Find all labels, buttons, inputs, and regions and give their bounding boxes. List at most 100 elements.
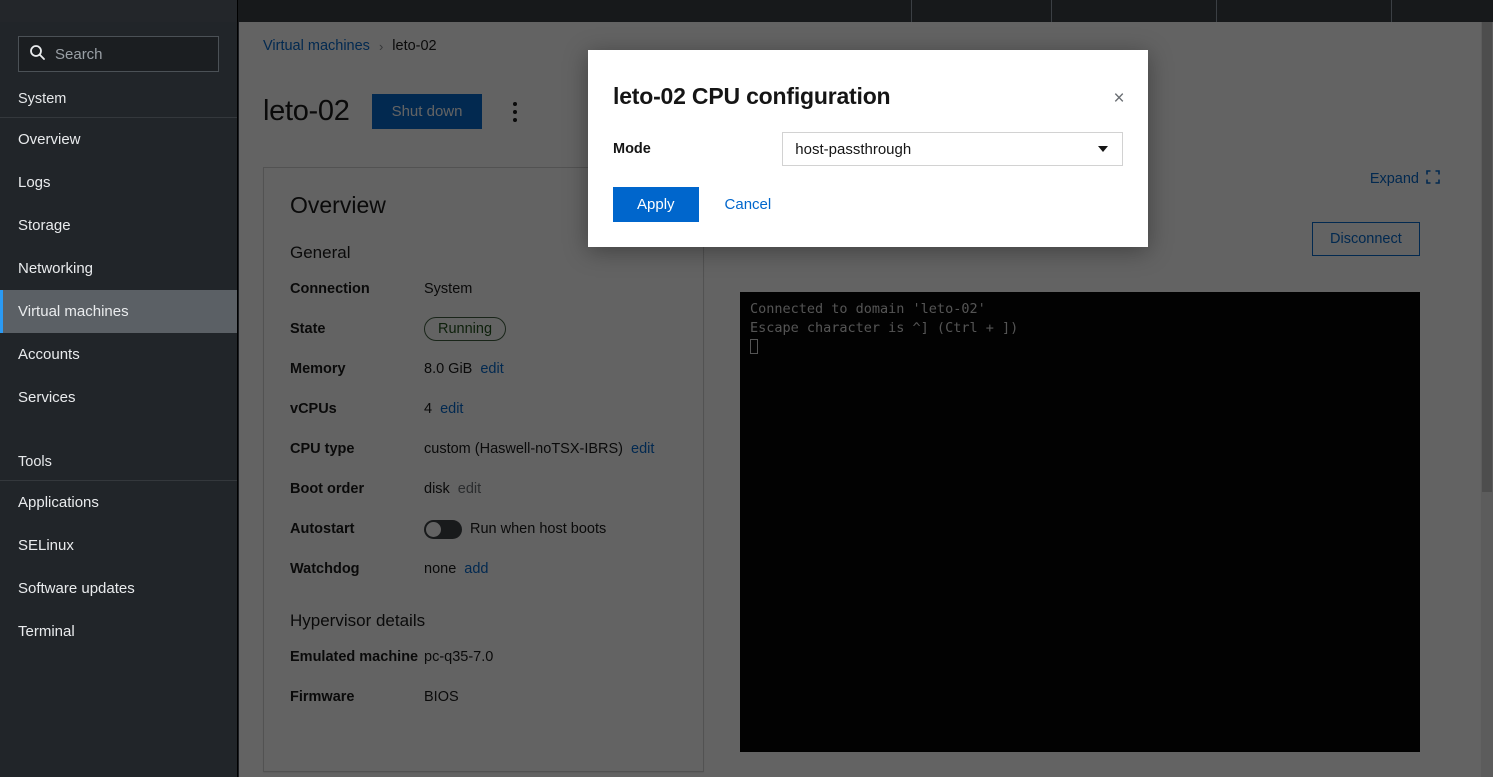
- browser-topbar: [0, 0, 1493, 22]
- search-icon: [29, 44, 45, 65]
- overview-card: Overview General Connection System State…: [263, 167, 704, 772]
- sidebar-item-selinux[interactable]: SELinux: [0, 524, 237, 567]
- sidebar-item-services[interactable]: Services: [0, 376, 237, 419]
- sidebar-item-terminal[interactable]: Terminal: [0, 610, 237, 653]
- detail-row-autostart: Autostart Run when host boots: [290, 509, 677, 549]
- mode-select[interactable]: host-passthrough: [782, 132, 1123, 166]
- sidebar-search-area: [0, 22, 237, 82]
- sidebar-item-accounts[interactable]: Accounts: [0, 333, 237, 376]
- apply-button[interactable]: Apply: [613, 187, 699, 222]
- detail-row-connection: Connection System: [290, 269, 677, 309]
- hypervisor-details-list: Emulated machine pc-q35-7.0 Firmware BIO…: [264, 637, 703, 717]
- detail-term: Boot order: [290, 481, 424, 497]
- sidebar-item-label: Applications: [18, 494, 99, 511]
- sidebar-item-label: Accounts: [18, 346, 80, 363]
- topbar-tab-3[interactable]: [1052, 0, 1217, 22]
- mode-select-value: host-passthrough: [795, 141, 911, 158]
- edit-cpu-type-link[interactable]: edit: [631, 441, 654, 457]
- search-input[interactable]: [55, 46, 208, 63]
- topbar-tab-4[interactable]: [1217, 0, 1392, 22]
- shutdown-button[interactable]: Shut down: [372, 94, 483, 129]
- sidebar-item-label: Virtual machines: [18, 303, 129, 320]
- detail-row-boot-order: Boot order disk edit: [290, 469, 677, 509]
- detail-row-state: State Running: [290, 309, 677, 349]
- breadcrumb-link-virtual-machines[interactable]: Virtual machines: [263, 38, 370, 54]
- edit-memory-link[interactable]: edit: [480, 361, 503, 377]
- cpu-configuration-dialog: leto-02 CPU configuration × Mode host-pa…: [588, 50, 1148, 247]
- terminal-cursor-line: [750, 338, 1410, 357]
- hypervisor-section-title: Hypervisor details: [264, 589, 703, 637]
- sidebar-item-label: Terminal: [18, 623, 75, 640]
- sidebar-item-overview[interactable]: Overview: [0, 118, 237, 161]
- sidebar-item-networking[interactable]: Networking: [0, 247, 237, 290]
- window-title: [40, 0, 220, 10]
- status-badge: Running: [424, 317, 506, 341]
- expand-icon: [1426, 170, 1440, 188]
- sidebar-item-label: Software updates: [18, 580, 135, 597]
- detail-term: Connection: [290, 281, 424, 297]
- detail-value: 8.0 GiB: [424, 361, 472, 377]
- sidebar-item-software-updates[interactable]: Software updates: [0, 567, 237, 610]
- sidebar-group-label-system: System: [0, 82, 237, 117]
- close-icon[interactable]: ×: [1104, 83, 1134, 113]
- sidebar-item-label: Services: [18, 389, 76, 406]
- dialog-title: leto-02 CPU configuration: [588, 50, 1148, 110]
- detail-value: System: [424, 281, 472, 297]
- sidebar-item-label: Logs: [18, 174, 51, 191]
- topbar-tab-5[interactable]: [1392, 0, 1492, 22]
- dialog-footer: Apply Cancel: [588, 166, 1148, 222]
- disconnect-button[interactable]: Disconnect: [1312, 222, 1420, 256]
- page-header-row: leto-02 Shut down: [263, 94, 526, 129]
- breadcrumb-separator-icon: ›: [379, 39, 383, 54]
- kebab-dot: [513, 110, 517, 114]
- terminal-cursor: [750, 339, 758, 354]
- main-scrollbar[interactable]: [1481, 22, 1493, 777]
- sidebar-item-storage[interactable]: Storage: [0, 204, 237, 247]
- expand-label: Expand: [1370, 171, 1419, 187]
- breadcrumb: Virtual machines › leto-02: [263, 38, 437, 54]
- sidebar: System Overview Logs Storage Networking …: [0, 22, 238, 777]
- sidebar-item-label: Networking: [18, 260, 93, 277]
- detail-row-vcpus: vCPUs 4 edit: [290, 389, 677, 429]
- expand-console-link[interactable]: Expand: [1370, 170, 1440, 188]
- detail-term: Watchdog: [290, 561, 424, 577]
- detail-row-cpu-type: CPU type custom (Haswell-noTSX-IBRS) edi…: [290, 429, 677, 469]
- vm-console-terminal[interactable]: Connected to domain 'leto-02' Escape cha…: [740, 292, 1420, 752]
- detail-row-memory: Memory 8.0 GiB edit: [290, 349, 677, 389]
- detail-term: Firmware: [290, 689, 424, 705]
- add-watchdog-link[interactable]: add: [464, 561, 488, 577]
- detail-term: Emulated machine: [290, 649, 424, 665]
- topbar-tab-2[interactable]: [912, 0, 1052, 22]
- edit-boot-order-link[interactable]: edit: [458, 481, 481, 497]
- detail-row-firmware: Firmware BIOS: [290, 677, 677, 717]
- page-title: leto-02: [263, 95, 350, 128]
- sidebar-item-logs[interactable]: Logs: [0, 161, 237, 204]
- sidebar-item-label: SELinux: [18, 537, 74, 554]
- detail-value: BIOS: [424, 689, 459, 705]
- terminal-line: Connected to domain 'leto-02': [750, 300, 1410, 319]
- main-scrollbar-thumb[interactable]: [1482, 22, 1492, 492]
- cancel-button[interactable]: Cancel: [713, 187, 784, 222]
- detail-value: disk: [424, 481, 450, 497]
- dialog-body: Mode host-passthrough: [588, 110, 1148, 166]
- mode-label: Mode: [613, 141, 782, 157]
- search-box[interactable]: [18, 36, 219, 72]
- kebab-menu-icon[interactable]: [504, 97, 526, 127]
- detail-row-emulated-machine: Emulated machine pc-q35-7.0: [290, 637, 677, 677]
- detail-row-watchdog: Watchdog none add: [290, 549, 677, 589]
- autostart-label: Run when host boots: [470, 521, 606, 537]
- autostart-toggle[interactable]: [424, 520, 462, 539]
- kebab-dot: [513, 118, 517, 122]
- sidebar-item-label: Storage: [18, 217, 71, 234]
- sidebar-item-applications[interactable]: Applications: [0, 481, 237, 524]
- detail-term: Autostart: [290, 521, 424, 537]
- terminal-line: Escape character is ^] (Ctrl + ]): [750, 319, 1410, 338]
- topbar-tab-1[interactable]: [238, 0, 912, 22]
- detail-value: pc-q35-7.0: [424, 649, 493, 665]
- detail-value: 4: [424, 401, 432, 417]
- detail-term: State: [290, 321, 424, 337]
- sidebar-item-virtual-machines[interactable]: Virtual machines: [0, 290, 237, 333]
- edit-vcpus-link[interactable]: edit: [440, 401, 463, 417]
- detail-term: Memory: [290, 361, 424, 377]
- chevron-down-icon: [1098, 146, 1108, 152]
